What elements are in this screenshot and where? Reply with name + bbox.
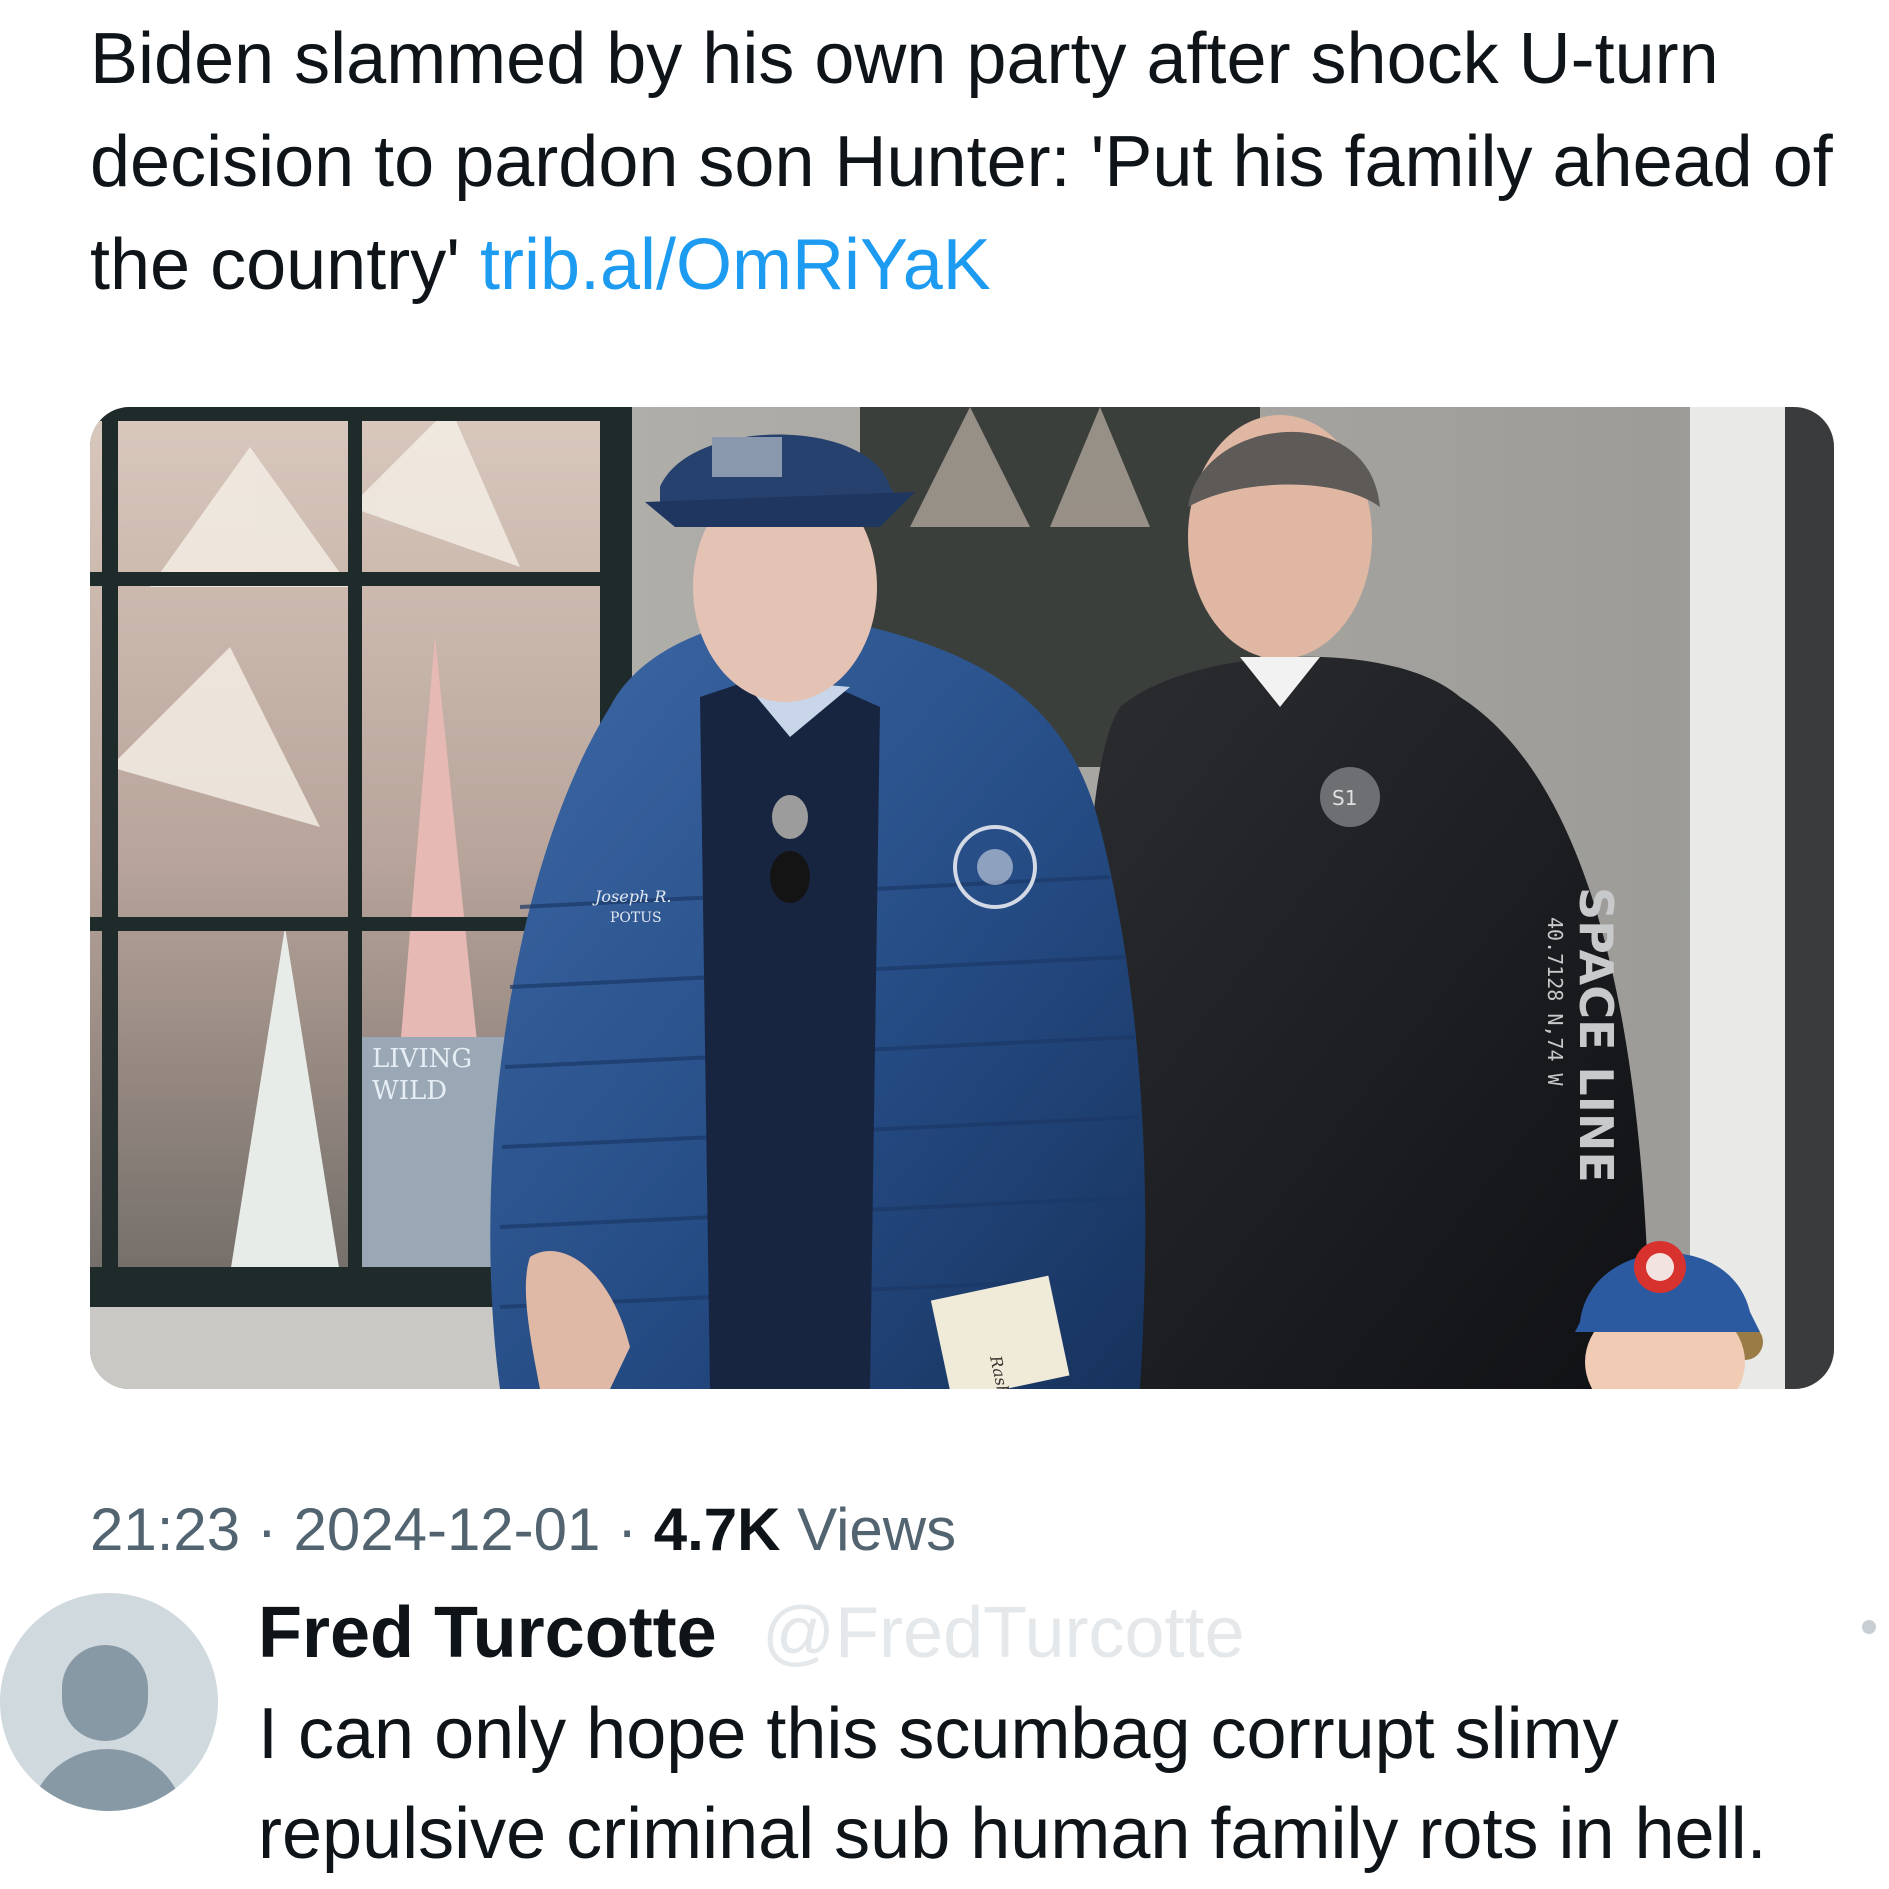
meta-separator: · <box>600 1496 654 1563</box>
reply-text: I can only hope this scumbag corrupt sli… <box>258 1694 1767 1874</box>
door-edge <box>1785 407 1834 1389</box>
default-avatar-shoulders <box>28 1749 186 1811</box>
reply-avatar[interactable] <box>0 1593 218 1811</box>
sleeve-patch: S1 <box>1332 786 1357 810</box>
photo-illustration: LIVING WILD S1 SPACE LINE 40.7128 N,74 W… <box>90 407 1834 1389</box>
sleeve-coords: 40.7128 N,74 W <box>1543 917 1567 1087</box>
views-label: Views <box>780 1496 957 1563</box>
sleeve-print: SPACE LINE <box>1569 887 1623 1183</box>
book-title-line2: WILD <box>372 1076 447 1106</box>
tweet-link[interactable]: trib.al/OmRiYaK <box>480 225 991 305</box>
tweet-time[interactable]: 21:23 <box>90 1496 240 1563</box>
jacket-embroidery-title: POTUS <box>610 910 662 926</box>
views-count[interactable]: 4.7K <box>654 1496 781 1563</box>
more-options-icon[interactable] <box>1862 1620 1876 1634</box>
book-title-line1: LIVING <box>372 1044 472 1074</box>
reply-author-handle[interactable]: @FredTurcotte <box>762 1590 1245 1676</box>
jacket-embroidery-name: Joseph R. <box>592 887 672 906</box>
meta-separator: · <box>240 1496 294 1563</box>
tweet-text: Biden slammed by his own party after sho… <box>90 8 1850 317</box>
tweet-photo[interactable]: LIVING WILD S1 SPACE LINE 40.7128 N,74 W… <box>90 407 1834 1389</box>
tweet-meta: 21:23 · 2024-12-01 · 4.7K Views <box>90 1490 956 1570</box>
reply-author-name[interactable]: Fred Turcotte <box>258 1590 717 1676</box>
sunglasses <box>770 851 810 903</box>
tweet-date[interactable]: 2024-12-01 <box>293 1496 600 1563</box>
default-avatar-head <box>62 1645 148 1741</box>
